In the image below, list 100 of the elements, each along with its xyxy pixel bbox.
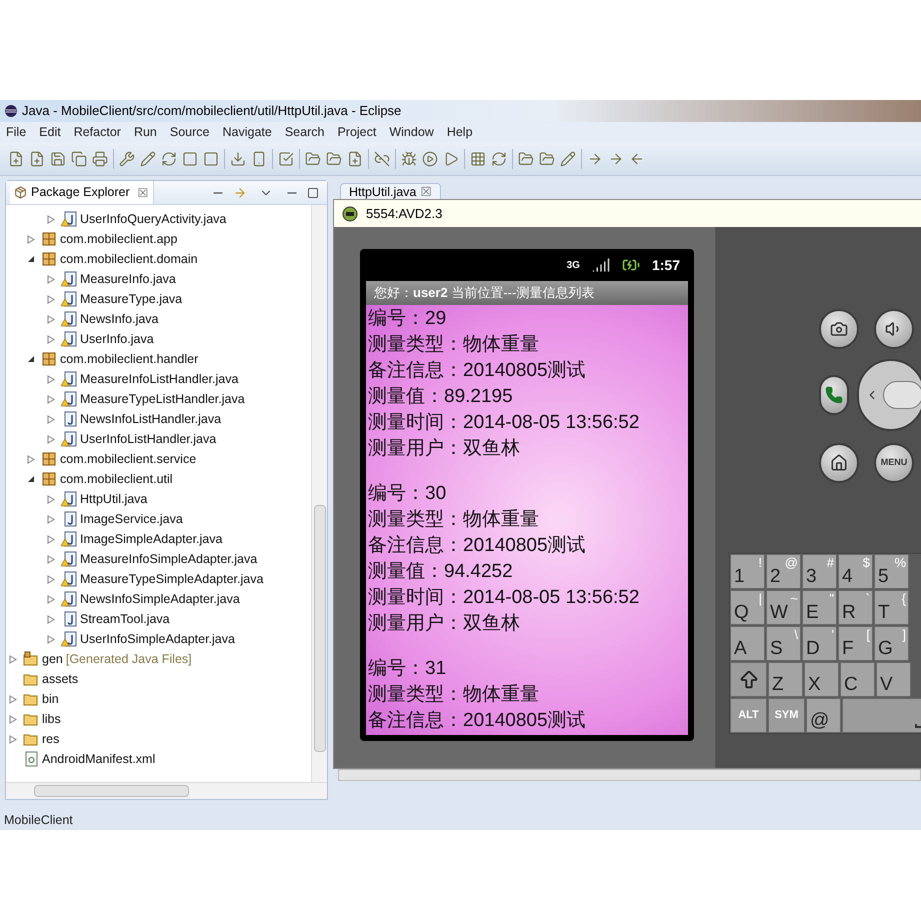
keyboard-key[interactable]: R `	[838, 590, 873, 625]
keyboard-key[interactable]: W ~	[766, 590, 801, 625]
tree-item[interactable]: com.mobileclient.handler	[6, 349, 311, 369]
tree-item[interactable]: HttpUtil.java	[6, 489, 311, 509]
toolbar-icon[interactable]	[230, 150, 246, 166]
collapsed-arrow-icon[interactable]	[9, 734, 17, 744]
toolbar-icon[interactable]	[347, 150, 363, 166]
tree-item[interactable]: bin	[6, 689, 311, 709]
toolbar-icon[interactable]	[470, 150, 486, 166]
close-icon[interactable]: ☒	[420, 183, 432, 202]
toolbar-icon[interactable]	[305, 150, 321, 166]
keyboard-key[interactable]: Z	[768, 662, 803, 697]
tree-item[interactable]: gen [Generated Java Files]	[6, 649, 311, 669]
tree-item[interactable]: MeasureInfo.java	[6, 269, 311, 289]
horizontal-scrollbar[interactable]	[6, 782, 327, 799]
menu-item[interactable]: Source	[170, 122, 210, 142]
keyboard-key[interactable]: G ]	[874, 626, 909, 661]
keyboard-key[interactable]: V	[876, 662, 911, 697]
collapsed-arrow-icon[interactable]	[47, 594, 55, 604]
tree-item[interactable]: UserInfoListHandler.java	[6, 429, 311, 449]
package-explorer-tab[interactable]: Package Explorer ☒	[10, 181, 154, 204]
collapsed-arrow-icon[interactable]	[47, 534, 55, 544]
menu-item[interactable]: Edit	[39, 122, 61, 142]
toolbar-icon[interactable]	[8, 150, 24, 166]
tree-item[interactable]: com.mobileclient.domain	[6, 249, 311, 269]
tree-item[interactable]: MeasureInfoSimpleAdapter.java	[6, 549, 311, 569]
collapsed-arrow-icon[interactable]	[47, 314, 55, 324]
tree-item[interactable]: com.mobileclient.service	[6, 449, 311, 469]
tree-item[interactable]: ImageSimpleAdapter.java	[6, 529, 311, 549]
menu-item[interactable]: Window	[389, 122, 434, 142]
expanded-arrow-icon[interactable]	[27, 355, 35, 363]
menu-item[interactable]: Search	[284, 122, 324, 142]
toolbar-icon[interactable]	[560, 150, 576, 166]
tree-item[interactable]: MeasureTypeListHandler.java	[6, 389, 311, 409]
tree-item[interactable]: MeasureType.java	[6, 289, 311, 309]
toolbar-icon[interactable]	[278, 150, 294, 166]
toolbar-icon[interactable]	[50, 150, 66, 166]
keyboard-key[interactable]: D '	[802, 626, 837, 661]
keyboard-key[interactable]: X	[804, 662, 839, 697]
keyboard-key[interactable]: C	[840, 662, 875, 697]
toolbar-icon[interactable]	[401, 150, 417, 166]
tree-item[interactable]: StreamTool.java	[6, 609, 311, 629]
menu-item[interactable]: Refactor	[74, 122, 121, 142]
keyboard-key[interactable]: @	[806, 698, 841, 733]
collapsed-arrow-icon[interactable]	[27, 234, 35, 244]
collapsed-arrow-icon[interactable]	[47, 554, 55, 564]
collapsed-arrow-icon[interactable]	[47, 634, 55, 644]
keyboard-key[interactable]: 3 #	[802, 554, 837, 589]
tree-item[interactable]: assets	[6, 669, 311, 689]
collapsed-arrow-icon[interactable]	[47, 374, 55, 384]
collapsed-arrow-icon[interactable]	[27, 454, 35, 464]
menu-item[interactable]: Project	[337, 122, 376, 142]
expanded-arrow-icon[interactable]	[27, 255, 35, 263]
collapsed-arrow-icon[interactable]	[9, 654, 17, 664]
toolbar-icon[interactable]	[374, 150, 390, 166]
collapsed-arrow-icon[interactable]	[47, 514, 55, 524]
call-button[interactable]	[819, 375, 849, 415]
toolbar-icon[interactable]	[539, 150, 555, 166]
toolbar-icon[interactable]	[443, 150, 459, 166]
toolbar-icon[interactable]	[182, 150, 198, 166]
keyboard-key[interactable]: E "	[802, 590, 837, 625]
tree-item[interactable]: MeasureTypeSimpleAdapter.java	[6, 569, 311, 589]
menu-item[interactable]: Help	[446, 122, 473, 142]
collapsed-arrow-icon[interactable]	[47, 434, 55, 444]
toolbar-icon[interactable]	[251, 150, 267, 166]
tree-item[interactable]: MeasureInfoListHandler.java	[6, 369, 311, 389]
collapsed-arrow-icon[interactable]	[47, 414, 55, 424]
tree-item[interactable]: NewsInfo.java	[6, 309, 311, 329]
camera-button[interactable]	[819, 309, 859, 349]
keyboard-key[interactable]: 5 %	[874, 554, 909, 589]
toolbar-icon[interactable]	[326, 150, 342, 166]
volume-button[interactable]	[874, 309, 914, 349]
shift-key[interactable]	[730, 662, 767, 697]
collapsed-arrow-icon[interactable]	[47, 274, 55, 284]
tree-item[interactable]: UserInfoQueryActivity.java	[6, 209, 311, 229]
menu-item[interactable]: Navigate	[222, 122, 272, 142]
toolbar-icon[interactable]	[518, 150, 534, 166]
toolbar-icon[interactable]	[203, 150, 219, 166]
toolbar-icon[interactable]	[29, 150, 45, 166]
toolbar-icon[interactable]	[92, 150, 108, 166]
keyboard-key[interactable]: T {	[874, 590, 909, 625]
collapsed-arrow-icon[interactable]	[47, 394, 55, 404]
tree-item[interactable]: libs	[6, 709, 311, 729]
tree-item[interactable]: NewsInfoListHandler.java	[6, 409, 311, 429]
menu-button[interactable]: MENU	[874, 443, 914, 483]
tree-item[interactable]: com.mobileclient.app	[6, 229, 311, 249]
tree-item[interactable]: com.mobileclient.util	[6, 469, 311, 489]
keyboard-key[interactable]: A	[730, 626, 765, 661]
collapsed-arrow-icon[interactable]	[47, 614, 55, 624]
toolbar-icon[interactable]	[71, 150, 87, 166]
toolbar-icon[interactable]	[119, 150, 135, 166]
collapsed-arrow-icon[interactable]	[47, 294, 55, 304]
toolbar-icon[interactable]	[422, 150, 438, 166]
close-icon[interactable]: ☒	[138, 184, 149, 202]
collapsed-arrow-icon[interactable]	[47, 494, 55, 504]
menu-item[interactable]: Run	[134, 122, 157, 142]
toolbar-icon[interactable]	[161, 150, 177, 166]
tree-item[interactable]: NewsInfoSimpleAdapter.java	[6, 589, 311, 609]
keyboard-key[interactable]: F [	[838, 626, 873, 661]
keyboard-key[interactable]: 1 !	[730, 554, 765, 589]
